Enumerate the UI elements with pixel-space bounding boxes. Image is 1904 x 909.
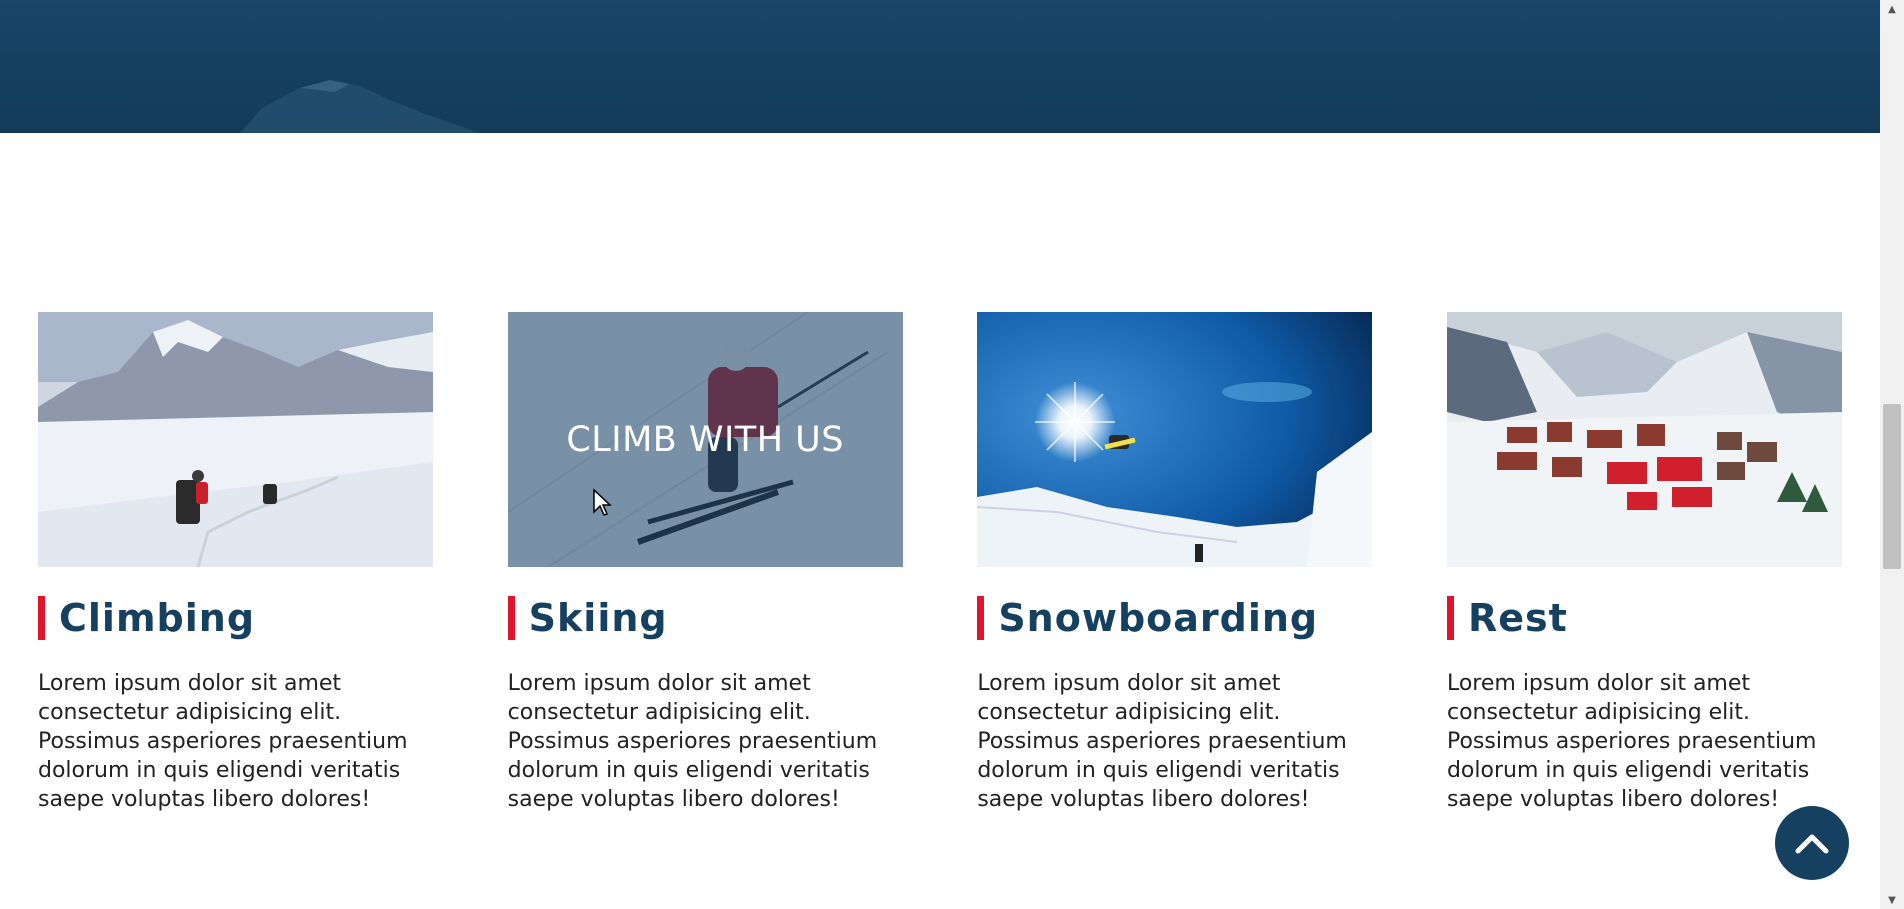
card-title: Skiing: [507, 596, 903, 640]
card-description: Lorem ipsum dolor sit amet consectetur a…: [507, 671, 878, 812]
hero-banner: [0, 0, 1880, 133]
scroll-up-arrow-icon[interactable]: ▲: [1880, 0, 1904, 18]
card-description: Lorem ipsum dolor sit amet consectetur a…: [38, 671, 408, 812]
mountain-silhouette: [240, 80, 480, 133]
card-rest: Rest Lorem ipsum dolor sit amet consecte…: [1446, 312, 1842, 814]
card-title: Snowboarding: [977, 596, 1372, 640]
climbing-image[interactable]: [38, 312, 433, 567]
card-skiing: CLIMB WITH US Skiing Lorem ipsum dolor s…: [507, 312, 903, 814]
skiing-image[interactable]: CLIMB WITH US: [507, 312, 903, 567]
scroll-down-arrow-icon[interactable]: ▼: [1880, 891, 1904, 909]
image-hover-overlay[interactable]: CLIMB WITH US: [507, 312, 903, 567]
scroll-to-top-button[interactable]: [1775, 806, 1849, 880]
snowboarding-image[interactable]: [977, 312, 1373, 567]
card-title: Climbing: [38, 596, 433, 640]
card-description: Lorem ipsum dolor sit amet consectetur a…: [977, 671, 1347, 812]
card-snowboarding: Snowboarding Lorem ipsum dolor sit amet …: [977, 312, 1373, 814]
vertical-scrollbar[interactable]: ▲ ▼: [1880, 0, 1904, 909]
mouse-cursor-icon: [593, 488, 612, 516]
card-description: Lorem ipsum dolor sit amet consectetur a…: [1446, 671, 1817, 812]
activity-cards: Climbing Lorem ipsum dolor sit amet cons…: [38, 312, 1842, 814]
card-title: Rest: [1446, 596, 1842, 640]
card-climbing: Climbing Lorem ipsum dolor sit amet cons…: [38, 312, 433, 814]
chevron-up-icon: [1795, 834, 1829, 854]
page: Climbing Lorem ipsum dolor sit amet cons…: [0, 0, 1880, 909]
overlay-text: CLIMB WITH US: [566, 419, 844, 460]
scrollbar-thumb[interactable]: [1883, 404, 1901, 569]
rest-image[interactable]: [1446, 312, 1842, 567]
